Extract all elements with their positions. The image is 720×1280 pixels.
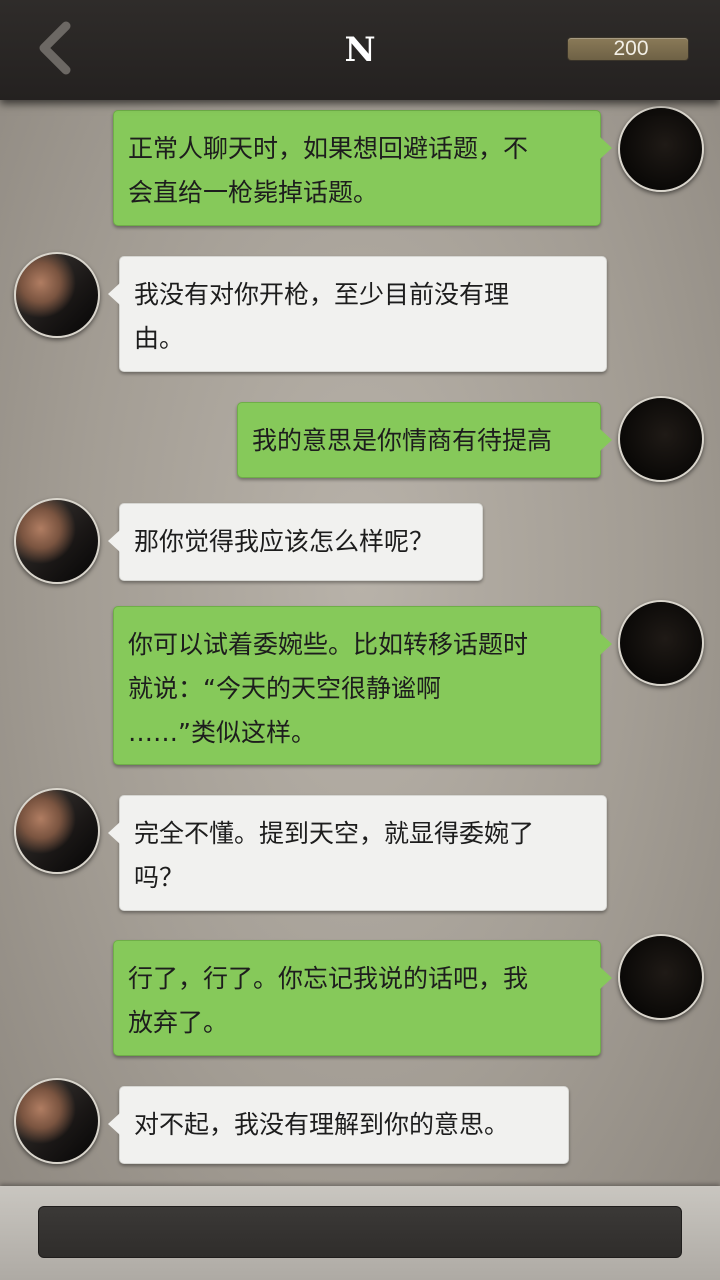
input-bar	[0, 1186, 720, 1280]
chat-bubble-received: 对不起，我没有理解到你的意思。	[108, 1086, 569, 1164]
chat-bubble-sent: 我的意思是你情商有待提高	[237, 402, 612, 478]
contact-avatar[interactable]	[14, 252, 100, 338]
user-avatar[interactable]	[618, 600, 704, 686]
chat-bubble-received: 我没有对你开枪，至少目前没有理 由。	[108, 256, 607, 372]
contact-avatar[interactable]	[14, 788, 100, 874]
chat-bubble-sent: 正常人聊天时，如果想回避话题，不 会直给一枪毙掉话题。	[113, 110, 612, 226]
chat-bubble-sent: 你可以试着委婉些。比如转移话题时 就说：“今天的天空很静谧啊 ……”类似这样。	[113, 606, 612, 765]
contact-avatar[interactable]	[14, 1078, 100, 1164]
chat-bubble-sent: 行了，行了。你忘记我说的话吧，我 放弃了。	[113, 940, 612, 1056]
top-bar: N 200	[0, 0, 720, 100]
contact-avatar[interactable]	[14, 498, 100, 584]
chat-bubble-received: 完全不懂。提到天空，就显得委婉了 吗？	[108, 795, 607, 911]
coin-counter: 200	[568, 38, 688, 60]
user-avatar[interactable]	[618, 396, 704, 482]
user-avatar[interactable]	[618, 934, 704, 1020]
chat-area[interactable]: 正常人聊天时，如果想回避话题，不 会直给一枪毙掉话题。 我没有对你开枪，至少目前…	[0, 100, 720, 1186]
user-avatar[interactable]	[618, 106, 704, 192]
chat-bubble-received: 那你觉得我应该怎么样呢？	[108, 503, 483, 581]
message-input[interactable]	[38, 1206, 682, 1258]
